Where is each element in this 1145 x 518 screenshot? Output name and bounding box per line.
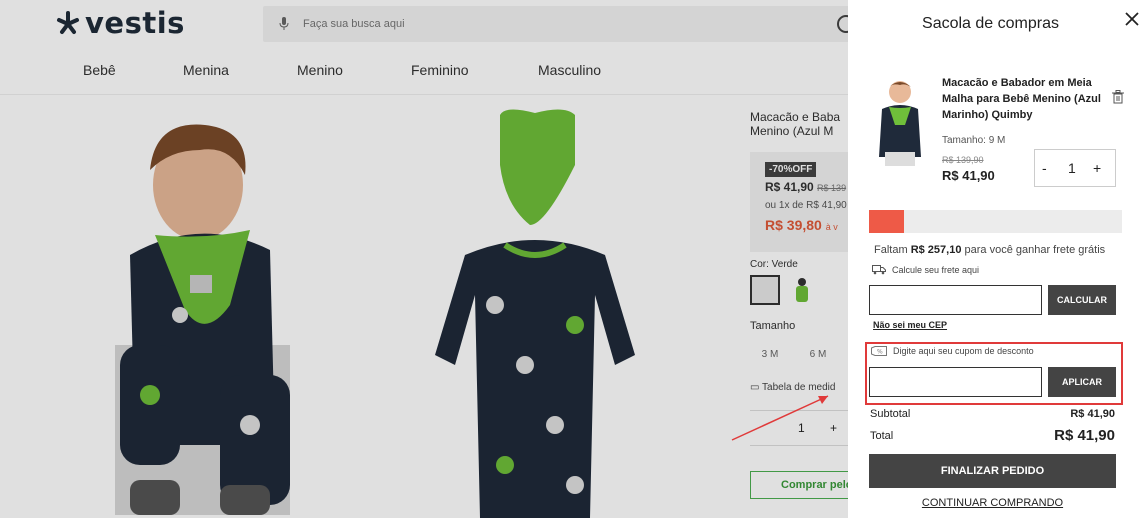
truck-icon: [872, 265, 886, 275]
size-label: Tamanho: [750, 320, 796, 332]
cart-title: Sacola de compras: [922, 15, 1059, 32]
color-swatch-selected[interactable]: [750, 275, 780, 305]
trash-icon[interactable]: [1112, 90, 1124, 104]
qty-value[interactable]: 1: [1068, 160, 1076, 176]
free-shipping-progress: [869, 210, 1122, 233]
subtotal-value: R$ 41,90: [1070, 408, 1115, 420]
calc-shipping-label: Calcule seu frete aqui: [872, 265, 979, 275]
product-photo-flat[interactable]: [425, 105, 645, 518]
free-shipping-text: Faltam R$ 257,10 para você ganhar frete …: [874, 244, 1106, 256]
pix-price: R$ 39,80 à v: [765, 217, 838, 233]
free-shipping-progress-fill: [869, 210, 905, 233]
cart-item-name[interactable]: Macacão e Babador em Meia Malha para Beb…: [942, 75, 1112, 123]
annotation-arrow-icon: [731, 395, 829, 441]
search-bar[interactable]: [263, 6, 863, 42]
site-logo[interactable]: vestis: [55, 6, 185, 40]
color-label: Cor: Verde: [750, 259, 798, 270]
cep-help-link[interactable]: Não sei meu CEP: [873, 320, 947, 330]
nav-item-feminino[interactable]: Feminino: [411, 62, 469, 78]
size-option-6m[interactable]: 6 M: [798, 345, 838, 365]
cart-item-image[interactable]: [877, 77, 923, 167]
logo-icon: [55, 10, 81, 36]
close-icon[interactable]: [1125, 12, 1139, 26]
product-price: R$ 41,90 R$ 139: [765, 180, 847, 194]
svg-text:%: %: [877, 349, 883, 356]
main-nav: Bebê Menina Menino Feminino Masculino: [0, 62, 640, 84]
total-label: Total: [870, 430, 894, 442]
cart-item-size: Tamanho: 9 M: [942, 135, 1006, 146]
discount-badge: -70%OFF: [765, 162, 817, 177]
coupon-label: % Digite aqui seu cupom de desconto: [871, 346, 1034, 356]
calculate-button[interactable]: CALCULAR: [1048, 285, 1116, 315]
finish-order-button[interactable]: FINALIZAR PEDIDO: [869, 454, 1116, 488]
nav-item-menina[interactable]: Menina: [183, 62, 229, 78]
qty-plus-button[interactable]: +: [1093, 160, 1101, 176]
search-input[interactable]: [303, 18, 783, 30]
cart-item-old-price: R$ 139,90: [942, 155, 984, 165]
price-box: -70%OFF R$ 41,90 R$ 139 ou 1x de R$ 41,9…: [750, 152, 860, 252]
coupon-tag-icon: %: [871, 346, 887, 356]
whatsapp-buy-button[interactable]: Comprar pelo: [750, 471, 860, 499]
cart-drawer: Sacola de compras Macacão e Babador em M…: [848, 0, 1145, 518]
product-photo-model[interactable]: [110, 115, 310, 518]
apply-coupon-button[interactable]: APLICAR: [1048, 367, 1116, 397]
microphone-icon[interactable]: [279, 17, 289, 31]
coupon-input[interactable]: [869, 367, 1042, 397]
installments-text: ou 1x de R$ 41,90: [765, 200, 847, 211]
cep-input[interactable]: [869, 285, 1042, 315]
size-option-3m[interactable]: 3 M: [750, 345, 790, 365]
qty-minus-button[interactable]: -: [1042, 160, 1047, 176]
nav-item-menino[interactable]: Menino: [297, 62, 343, 78]
color-swatch-green[interactable]: [792, 277, 812, 303]
cart-qty-stepper: - 1 +: [1034, 149, 1116, 187]
continue-shopping-link[interactable]: CONTINUAR COMPRANDO: [869, 497, 1116, 509]
cart-item-price: R$ 41,90: [942, 168, 995, 183]
nav-item-bebe[interactable]: Bebê: [83, 62, 116, 78]
nav-item-masculino[interactable]: Masculino: [538, 62, 601, 78]
total-value: R$ 41,90: [1054, 427, 1115, 444]
subtotal-label: Subtotal: [870, 408, 911, 420]
logo-text: vestis: [85, 6, 185, 40]
